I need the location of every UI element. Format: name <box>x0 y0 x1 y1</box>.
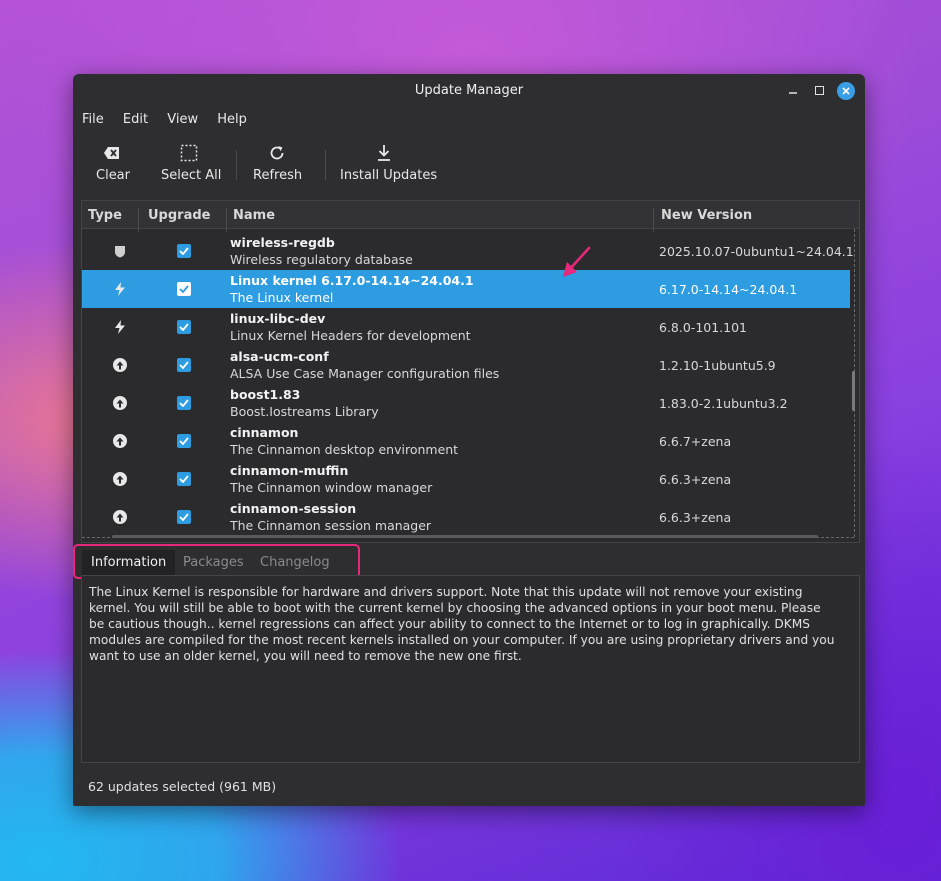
package-name: linux-libc-dev <box>230 311 326 326</box>
status-bar-text: 62 updates selected (961 MB) <box>88 779 277 794</box>
maximize-icon <box>814 86 824 95</box>
table-row[interactable]: alsa-ucm-conf ALSA Use Case Manager confi… <box>82 346 850 384</box>
maximize-button[interactable] <box>811 83 827 99</box>
package-name: cinnamon <box>230 425 299 440</box>
upgrade-arrow-icon <box>112 509 128 525</box>
upgrade-checkbox[interactable] <box>177 282 191 296</box>
minimize-icon <box>789 92 797 94</box>
clear-icon <box>96 142 128 164</box>
upgrade-checkbox[interactable] <box>177 472 191 486</box>
upgrade-checkbox[interactable] <box>177 320 191 334</box>
table-row[interactable]: cinnamon The Cinnamon desktop environment… <box>82 422 850 460</box>
package-description: The Linux kernel <box>230 290 334 305</box>
package-version: 6.6.3+zena <box>659 510 732 525</box>
package-version: 6.17.0-14.14~24.04.1 <box>659 282 798 297</box>
lightning-icon <box>112 319 128 335</box>
select-all-button[interactable]: Select All <box>161 142 221 183</box>
table-row[interactable]: boost1.83 Boost.Iostreams Library 1.83.0-2… <box>82 384 850 422</box>
list-header: Type Upgrade Name New Version <box>82 201 859 232</box>
package-name: cinnamon-muffin <box>230 463 349 478</box>
tabs-highlight-annotation <box>73 544 360 579</box>
select-all-icon <box>161 142 217 164</box>
close-icon <box>842 87 850 95</box>
upgrade-checkbox[interactable] <box>177 244 191 258</box>
refresh-button[interactable]: Refresh <box>253 142 302 183</box>
menu-file[interactable]: File <box>82 112 104 127</box>
table-row[interactable]: cinnamon-muffin The Cinnamon window manag… <box>82 460 850 498</box>
column-new-version[interactable]: New Version <box>661 208 752 223</box>
refresh-icon <box>253 142 301 164</box>
column-upgrade[interactable]: Upgrade <box>148 208 210 223</box>
checkmark-icon <box>179 323 189 331</box>
vertical-scrollbar[interactable] <box>852 371 855 411</box>
information-panel: The Linux Kernel is responsible for hard… <box>81 575 860 763</box>
toolbar: Clear Select All Refresh Install Updates <box>73 142 865 186</box>
information-text: The Linux Kernel is responsible for hard… <box>89 585 835 663</box>
package-description: Wireless regulatory database <box>230 252 413 267</box>
update-manager-window: Update Manager File Edit View Help Clear… <box>73 74 865 806</box>
package-description: ALSA Use Case Manager configuration file… <box>230 366 500 381</box>
menu-edit[interactable]: Edit <box>123 112 148 127</box>
package-version: 1.2.10-1ubuntu5.9 <box>659 358 776 373</box>
checkmark-icon <box>179 437 189 445</box>
package-name: wireless-regdb <box>230 235 335 250</box>
upgrade-arrow-icon <box>112 395 128 411</box>
clear-button[interactable]: Clear <box>96 142 130 183</box>
menu-help[interactable]: Help <box>217 112 247 127</box>
updates-list: Type Upgrade Name New Version wireless-r… <box>81 200 860 543</box>
package-description: The Cinnamon desktop environment <box>230 442 459 457</box>
toolbar-separator <box>236 150 237 180</box>
install-updates-button[interactable]: Install Updates <box>340 142 437 183</box>
checkmark-icon <box>179 361 189 369</box>
shield-icon <box>112 243 128 259</box>
package-name: Linux kernel 6.17.0-14.14~24.04.1 <box>230 273 474 288</box>
download-icon <box>340 142 428 164</box>
checkmark-icon <box>179 247 189 255</box>
upgrade-checkbox[interactable] <box>177 434 191 448</box>
package-version: 6.6.7+zena <box>659 434 732 449</box>
package-description: The Cinnamon window manager <box>230 480 433 495</box>
package-version: 6.8.0-101.101 <box>659 320 748 335</box>
package-version: 1.83.0-2.1ubuntu3.2 <box>659 396 788 411</box>
upgrade-checkbox[interactable] <box>177 510 191 524</box>
package-description: The Cinnamon session manager <box>230 518 432 533</box>
package-name: cinnamon-session <box>230 501 357 516</box>
upgrade-arrow-icon <box>112 357 128 373</box>
column-type[interactable]: Type <box>88 208 122 223</box>
upgrade-checkbox[interactable] <box>177 358 191 372</box>
minimize-button[interactable] <box>785 83 801 99</box>
table-row[interactable]: Linux kernel 6.17.0-14.14~24.04.1 The Lin… <box>82 270 850 308</box>
title-bar[interactable]: Update Manager <box>73 74 865 108</box>
package-name: boost1.83 <box>230 387 301 402</box>
package-description: Linux Kernel Headers for development <box>230 328 471 343</box>
package-version: 2025.10.07-0ubuntu1~24.04.1 <box>659 244 854 259</box>
column-name[interactable]: Name <box>233 208 275 223</box>
table-row[interactable]: linux-libc-dev Linux Kernel Headers for d… <box>82 308 850 346</box>
checkmark-icon <box>179 513 189 521</box>
window-title: Update Manager <box>414 83 524 98</box>
annotation-arrow-icon <box>563 246 591 277</box>
checkmark-icon <box>179 399 189 407</box>
checkmark-icon <box>179 475 189 483</box>
package-version: 6.6.3+zena <box>659 472 732 487</box>
checkmark-icon <box>179 285 189 293</box>
table-row[interactable]: cinnamon-session The Cinnamon session man… <box>82 498 850 536</box>
lightning-icon <box>112 281 128 297</box>
upgrade-checkbox[interactable] <box>177 396 191 410</box>
table-row[interactable]: wireless-regdb Wireless regulatory databa… <box>82 232 854 270</box>
package-name: alsa-ucm-conf <box>230 349 329 364</box>
menu-bar: File Edit View Help <box>82 112 262 132</box>
menu-view[interactable]: View <box>167 112 198 127</box>
upgrade-arrow-icon <box>112 471 128 487</box>
close-button[interactable] <box>837 82 855 100</box>
horizontal-scrollbar[interactable] <box>112 535 818 538</box>
toolbar-separator <box>325 150 326 180</box>
upgrade-arrow-icon <box>112 433 128 449</box>
package-description: Boost.Iostreams Library <box>230 404 379 419</box>
